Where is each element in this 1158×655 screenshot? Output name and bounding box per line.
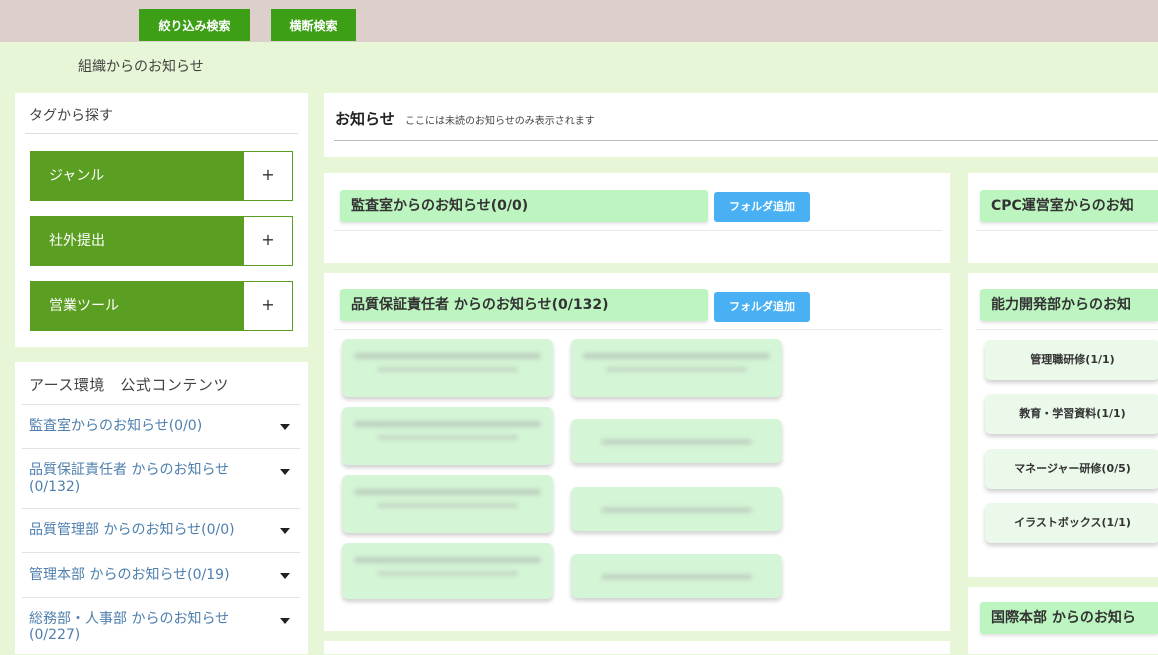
subfolder-education-materials[interactable]: 教育・学習資料(1/1) [985, 394, 1158, 434]
nav-item-label[interactable]: 管理本部 からのお知らせ(0/19) [29, 568, 230, 582]
nav-item-count[interactable]: (0/132) [29, 480, 80, 494]
caret-down-icon[interactable] [280, 469, 290, 475]
blurred-subfolder[interactable] [342, 407, 553, 465]
caret-down-icon[interactable] [280, 573, 290, 579]
blurred-subfolder[interactable] [342, 543, 553, 599]
tag-panel-title: タグから探す [29, 108, 113, 124]
blurred-subfolder[interactable] [571, 419, 782, 463]
notice-subtitle: ここには未読のお知らせのみ表示されます [405, 116, 595, 127]
audit-office-card: 監査室からのお知らせ(0/0) フォルダ追加 [324, 173, 950, 263]
nav-item-label[interactable]: 総務部・人事部 からのお知らせ [29, 612, 229, 626]
divider [334, 140, 1158, 141]
ability-development-card: 能力開発部からのお知 管理職研修(1/1) 教育・学習資料(1/1) マネージャ… [968, 273, 1158, 577]
divider [976, 329, 1158, 330]
caret-down-icon[interactable] [280, 528, 290, 534]
tag-item-label: ジャンル [31, 152, 244, 200]
subfolder-illustration-box[interactable]: イラストボックス(1/1) [985, 503, 1158, 543]
blurred-subfolder[interactable] [571, 554, 782, 598]
card-title[interactable]: 国際本部 からのお知ら [980, 602, 1158, 634]
add-folder-button[interactable]: フォルダ追加 [714, 192, 810, 222]
nav-item-general-affairs-hr[interactable]: 総務部・人事部 からのお知らせ (0/227) [22, 597, 300, 655]
card-title[interactable]: CPC運営室からのお知 [980, 190, 1158, 222]
nav-item-quality-assurance[interactable]: 品質保証責任者 からのお知らせ (0/132) [22, 448, 300, 508]
tag-item-sales-tools[interactable]: 営業ツール + [30, 281, 293, 331]
nav-item-label[interactable]: 監査室からのお知らせ(0/0) [29, 419, 202, 433]
tag-item-genre[interactable]: ジャンル + [30, 151, 293, 201]
tag-item-external-submission[interactable]: 社外提出 + [30, 216, 293, 266]
tag-panel: タグから探す ジャンル + 社外提出 + 営業ツール + [15, 93, 308, 347]
filter-search-button[interactable]: 絞り込み検索 [139, 9, 250, 41]
international-card: 国際本部 からのお知ら [968, 587, 1158, 654]
nav-item-count[interactable]: (0/227) [29, 628, 80, 642]
notice-title: お知らせ [335, 110, 395, 128]
subfolder-management-training[interactable]: 管理職研修(1/1) [985, 340, 1158, 380]
caret-down-icon[interactable] [280, 618, 290, 624]
nav-item-quality-management[interactable]: 品質管理部 からのお知らせ(0/0) [22, 508, 300, 552]
card-title[interactable]: 監査室からのお知らせ(0/0) [340, 190, 708, 222]
divider [976, 230, 1158, 231]
org-notice-title: 組織からのお知らせ [78, 59, 204, 75]
expand-plus-icon[interactable]: + [244, 217, 292, 265]
cpc-office-card: CPC運営室からのお知 [968, 173, 1158, 263]
blurred-subfolder[interactable] [571, 339, 782, 397]
notice-panel: お知らせ ここには未読のお知らせのみ表示されます [324, 93, 1158, 157]
tag-item-label: 営業ツール [31, 282, 244, 330]
nav-item-administration[interactable]: 管理本部 からのお知らせ(0/19) [22, 552, 300, 597]
official-contents-panel: アース環境 公式コンテンツ 監査室からのお知らせ(0/0) 品質保証責任者 から… [15, 362, 308, 654]
blurred-subfolder[interactable] [342, 339, 553, 397]
card-title[interactable]: 能力開発部からのお知 [980, 289, 1158, 321]
subfolder-manager-training[interactable]: マネージャー研修(0/5) [985, 449, 1158, 489]
blurred-subfolder[interactable] [571, 487, 782, 531]
divider [334, 230, 942, 231]
divider [25, 133, 298, 134]
nav-item-label[interactable]: 品質管理部 からのお知らせ(0/0) [29, 523, 235, 537]
expand-plus-icon[interactable]: + [244, 282, 292, 330]
expand-plus-icon[interactable]: + [244, 152, 292, 200]
nav-item-audit[interactable]: 監査室からのお知らせ(0/0) [22, 404, 300, 448]
next-card-partial [324, 641, 950, 654]
caret-down-icon[interactable] [280, 424, 290, 430]
quality-assurance-card: 品質保証責任者 からのお知らせ(0/132) フォルダ追加 [324, 273, 950, 631]
divider [334, 329, 942, 330]
tag-item-label: 社外提出 [31, 217, 244, 265]
blurred-subfolder[interactable] [342, 475, 553, 533]
card-title[interactable]: 品質保証責任者 からのお知らせ(0/132) [340, 289, 708, 321]
nav-item-label[interactable]: 品質保証責任者 からのお知らせ [29, 463, 229, 477]
add-folder-button[interactable]: フォルダ追加 [714, 292, 810, 322]
official-contents-title: アース環境 公式コンテンツ [29, 376, 229, 394]
cross-search-button[interactable]: 横断検索 [271, 9, 356, 41]
